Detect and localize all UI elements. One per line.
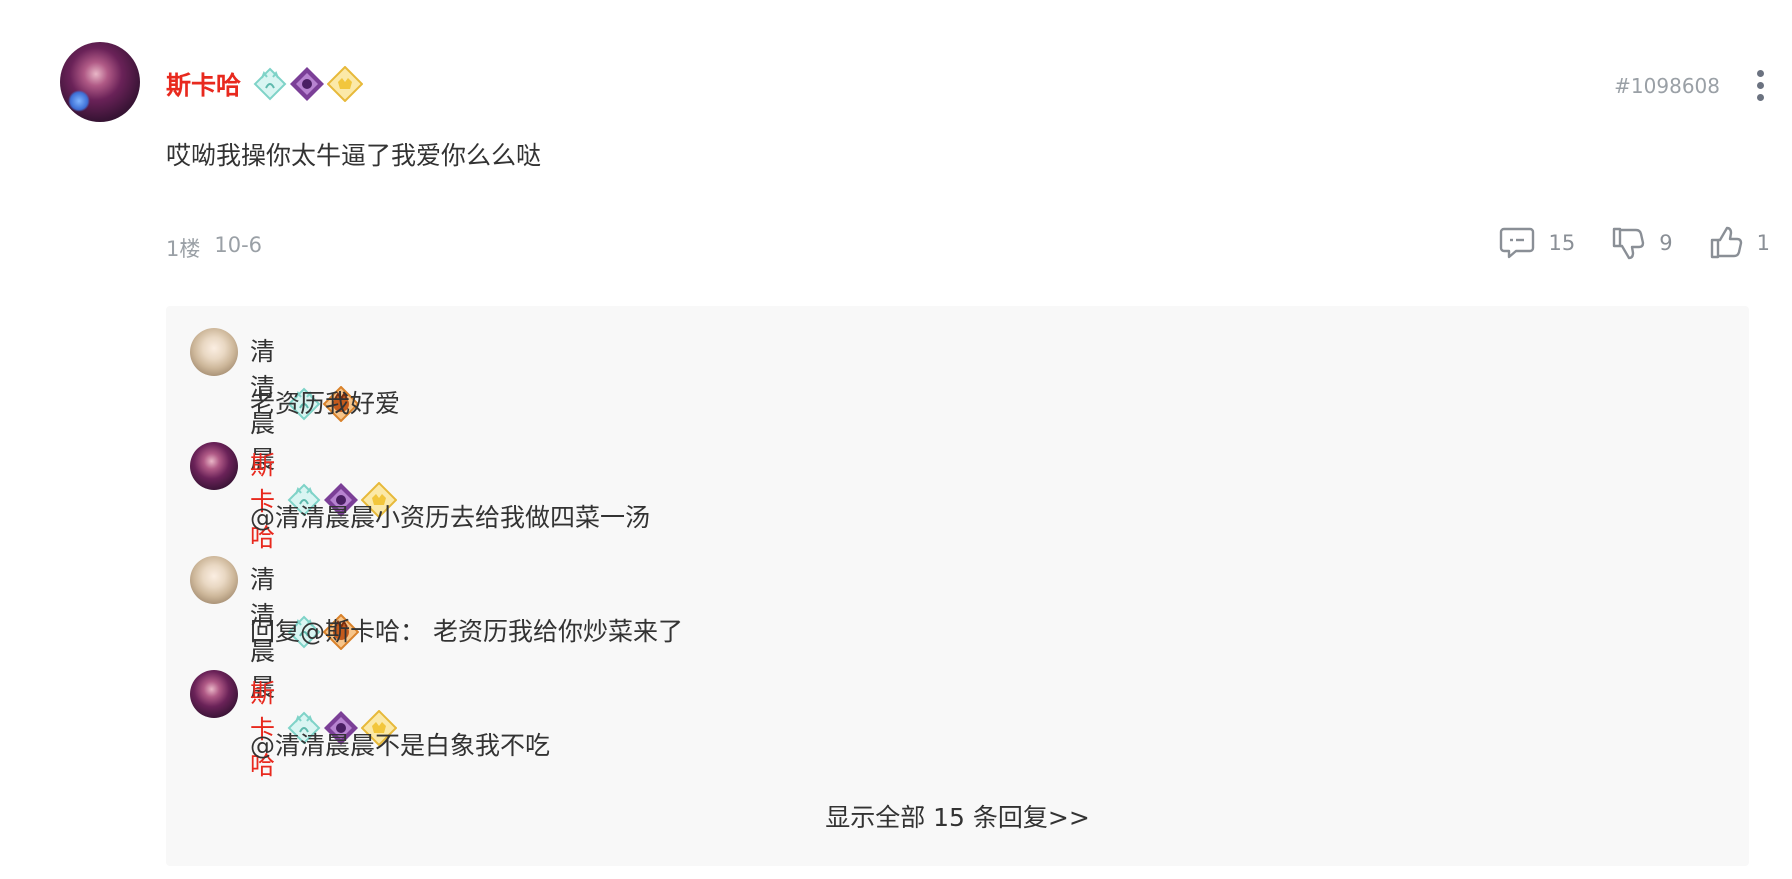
comment-actions: 15 9 1: [1463, 226, 1770, 260]
avatar[interactable]: [190, 556, 238, 604]
reply-text: 回复@斯卡哈： 老资历我给你炒菜来了: [250, 617, 683, 646]
author-row: 斯卡哈: [166, 66, 365, 102]
reply-text: @清清晨晨小资历去给我做四菜一汤: [250, 503, 651, 532]
floor-number: 1楼: [166, 237, 201, 261]
replies-box: 清清晨晨 老资历我好爱 斯卡哈 @清清晨晨小资历去给我做四菜一汤 清清晨晨 回复…: [166, 306, 1749, 866]
avatar[interactable]: [190, 328, 238, 376]
like-button[interactable]: 1: [1709, 226, 1770, 260]
post-id: #1098608: [1614, 74, 1720, 98]
more-vertical-icon[interactable]: [1756, 70, 1764, 102]
gold-badge-icon: [327, 66, 364, 102]
author-name[interactable]: 斯卡哈: [166, 66, 241, 102]
like-count: 1: [1756, 231, 1770, 255]
author-badges: [253, 66, 365, 102]
avatar[interactable]: [190, 442, 238, 490]
reply-button[interactable]: 15: [1499, 226, 1576, 260]
author-avatar[interactable]: [60, 42, 140, 122]
reply-text: @清清晨晨不是白象我不吃: [250, 731, 551, 760]
thumbs-down-icon: [1613, 227, 1645, 260]
comment-text: 哎呦我操你太牛逼了我爱你么么哒: [166, 141, 542, 170]
dislike-button[interactable]: 9: [1611, 226, 1673, 260]
cat-badge-icon: [253, 67, 287, 101]
comment-date: 10-6: [214, 233, 263, 257]
avatar[interactable]: [190, 670, 238, 718]
reply-count: 15: [1548, 231, 1576, 255]
comment-icon: [1499, 227, 1534, 259]
reply-text: 老资历我好爱: [250, 389, 401, 418]
comment-meta: 1楼 10-6: [166, 233, 262, 263]
thumbs-up-icon: [1710, 226, 1742, 259]
show-all-replies-link[interactable]: 显示全部 15 条回复>>: [166, 798, 1749, 834]
purple-diamond-badge-icon: [289, 66, 325, 102]
dislike-count: 9: [1659, 231, 1673, 255]
